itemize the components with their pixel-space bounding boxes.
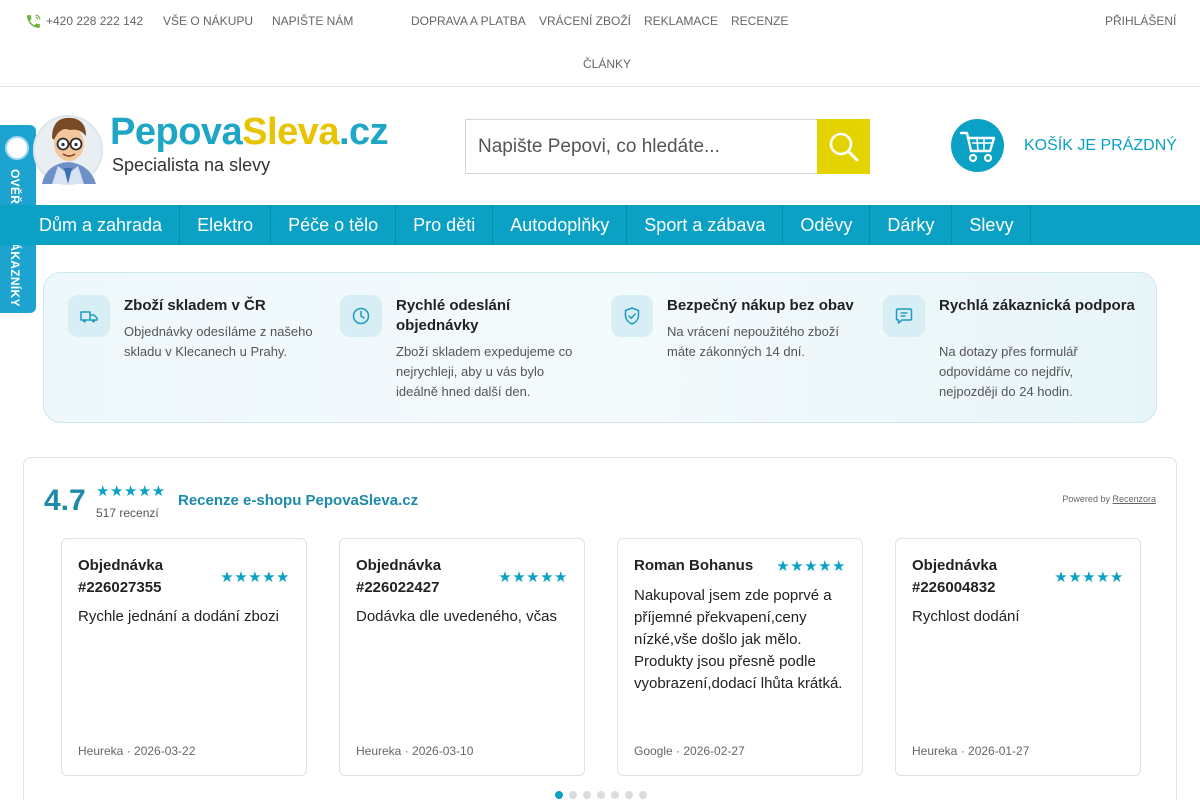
shield-check-icon <box>624 307 640 325</box>
benefit-text-line: máte zákonných 14 dní. <box>667 344 806 359</box>
review-count: 517 recenzí <box>96 506 159 520</box>
nav-pece-o-telo[interactable]: Péče o tělo <box>271 205 397 245</box>
phone-number[interactable]: +420 228 222 142 <box>46 14 143 28</box>
benefit-title: Bezpečný nákup bez obav <box>667 297 854 314</box>
carousel-dot[interactable] <box>569 791 577 799</box>
nav-dum-a-zahrada[interactable]: Dům a zahrada <box>22 205 181 245</box>
nav-slevy[interactable]: Slevy <box>952 205 1032 245</box>
benefit-text-line: odpovídáme co nejdřív, <box>939 364 1074 379</box>
review-author: Objednávka #226022427 <box>356 557 442 596</box>
benefit-text-line: nejpozději do 24 hodin. <box>939 384 1073 399</box>
review-text: Rychlost dodání <box>912 608 1020 625</box>
nav-pro-deti[interactable]: Pro děti <box>396 205 494 245</box>
review-text: Nakupoval jsem zde poprvé a příjemné pře… <box>634 587 843 692</box>
benefit-text-line: nejrychleji, aby u vás bylo <box>396 364 545 379</box>
review-stars: ★★★★★ <box>776 558 846 575</box>
review-stars: ★★★★★ <box>498 569 568 586</box>
review-source: Heureka · 2026-01-27 <box>912 744 1030 758</box>
benefit-text-line: Zboží skladem expedujeme co <box>396 344 573 359</box>
link-napiste-nam[interactable]: NAPIŠTE NÁM <box>272 14 353 28</box>
cart-status-link[interactable]: KOŠÍK JE PRÁZDNÝ <box>1024 137 1177 155</box>
nav-darky[interactable]: Dárky <box>870 205 953 245</box>
review-card: Roman Bohanus ★★★★★ Nakupoval jsem zde p… <box>617 538 863 776</box>
search-bar <box>465 119 870 174</box>
review-stars: ★★★★★ <box>220 569 290 586</box>
top-bar: +420 228 222 142 VŠE O NÁKUPU NAPIŠTE NÁ… <box>0 0 1200 87</box>
truck-icon <box>80 311 98 323</box>
search-button[interactable] <box>817 119 870 174</box>
review-stars: ★★★★★ <box>1054 569 1124 586</box>
benefit-title: Rychlé odeslání objednávky <box>396 297 511 334</box>
clock-icon <box>352 307 370 325</box>
review-source: Heureka · 2026-03-10 <box>356 744 474 758</box>
carousel-dot[interactable] <box>611 791 619 799</box>
benefit-icon-box <box>340 295 382 337</box>
nav-elektro[interactable]: Elektro <box>180 205 272 245</box>
cart-button[interactable] <box>951 119 1004 172</box>
review-author: Objednávka #226027355 <box>78 557 164 596</box>
search-icon <box>829 132 858 161</box>
carousel-dot[interactable] <box>639 791 647 799</box>
category-nav: Dům a zahrada Elektro Péče o tělo Pro dě… <box>0 205 1200 245</box>
rating-value: 4.7 <box>44 484 86 517</box>
link-recenze[interactable]: RECENZE <box>731 14 788 28</box>
link-doprava-a-platba[interactable]: DOPRAVA A PLATBA <box>411 14 526 28</box>
site-logo[interactable]: PepovaSleva.cz Specialista na slevy <box>32 106 392 186</box>
benefit-text-line: Objednávky odesíláme z našeho <box>124 324 313 339</box>
link-reklamace[interactable]: REKLAMACE <box>644 14 718 28</box>
review-author: Roman Bohanus <box>634 557 754 574</box>
benefit-icon-box <box>883 295 925 337</box>
review-text: Dodávka dle uvedeného, včas <box>356 608 557 625</box>
carousel-dot[interactable] <box>583 791 591 799</box>
review-card: Objednávka #226022427 ★★★★★ Dodávka dle … <box>339 538 585 776</box>
benefit-icon-box <box>68 295 110 337</box>
search-input[interactable] <box>465 119 817 174</box>
link-vraceni-zbozi[interactable]: VRÁCENÍ ZBOŽÍ <box>539 14 631 28</box>
reviews-title-link[interactable]: Recenze e-shopu PepovaSleva.cz <box>178 492 418 509</box>
carousel-dot[interactable] <box>597 791 605 799</box>
logo-wordmark: PepovaSleva.cz <box>110 111 389 153</box>
benefit-text-line: ideálně hned další den. <box>396 384 531 399</box>
nav-odevy[interactable]: Oděvy <box>783 205 871 245</box>
recenzora-link[interactable]: Recenzora <box>1112 494 1156 504</box>
benefit-text-line: Na dotazy přes formulář <box>939 344 1078 359</box>
shopping-cart-icon <box>959 131 995 162</box>
phone-icon <box>27 14 41 28</box>
login-link[interactable]: PŘIHLÁŠENÍ <box>1105 14 1176 28</box>
carousel-dot[interactable] <box>555 791 563 799</box>
review-text: Rychle jednání a dodání zbozi <box>78 608 279 625</box>
powered-by: Powered by Recenzora <box>1062 494 1156 504</box>
benefits-panel: Zboží skladem v ČR Objednávky odesíláme … <box>43 272 1157 423</box>
review-card: Objednávka #226004832 ★★★★★ Rychlost dod… <box>895 538 1141 776</box>
review-source: Google · 2026-02-27 <box>634 744 745 758</box>
pepa-mascot-icon <box>33 115 103 185</box>
link-clanky[interactable]: ČLÁNKY <box>583 57 631 71</box>
logo-tagline: Specialista na slevy <box>112 155 271 175</box>
benefit-icon-box <box>611 295 653 337</box>
nav-autodoplnky[interactable]: Autodoplňky <box>493 205 628 245</box>
rating-stars: ★★★★★ <box>96 483 166 500</box>
review-author: Objednávka #226004832 <box>912 557 998 596</box>
benefit-title: Zboží skladem v ČR <box>124 297 266 314</box>
benefit-text-line: Na vrácení nepoužitého zboží <box>667 324 839 339</box>
carousel-pagination <box>555 791 647 799</box>
chat-icon <box>895 308 913 324</box>
carousel-dot[interactable] <box>625 791 633 799</box>
link-vse-o-nakupu[interactable]: VŠE O NÁKUPU <box>163 14 253 28</box>
verified-seal-icon <box>5 136 29 160</box>
benefit-title: Rychlá zákaznická podpora <box>939 297 1135 314</box>
review-card: Objednávka #226027355 ★★★★★ Rychle jedná… <box>61 538 307 776</box>
review-source: Heureka · 2026-03-22 <box>78 744 196 758</box>
reviews-widget: 4.7 ★★★★★ 517 recenzí Recenze e-shopu Pe… <box>23 457 1177 800</box>
benefit-text-line: skladu v Klecanech u Prahy. <box>124 344 288 359</box>
nav-sport-a-zabava[interactable]: Sport a zábava <box>627 205 784 245</box>
